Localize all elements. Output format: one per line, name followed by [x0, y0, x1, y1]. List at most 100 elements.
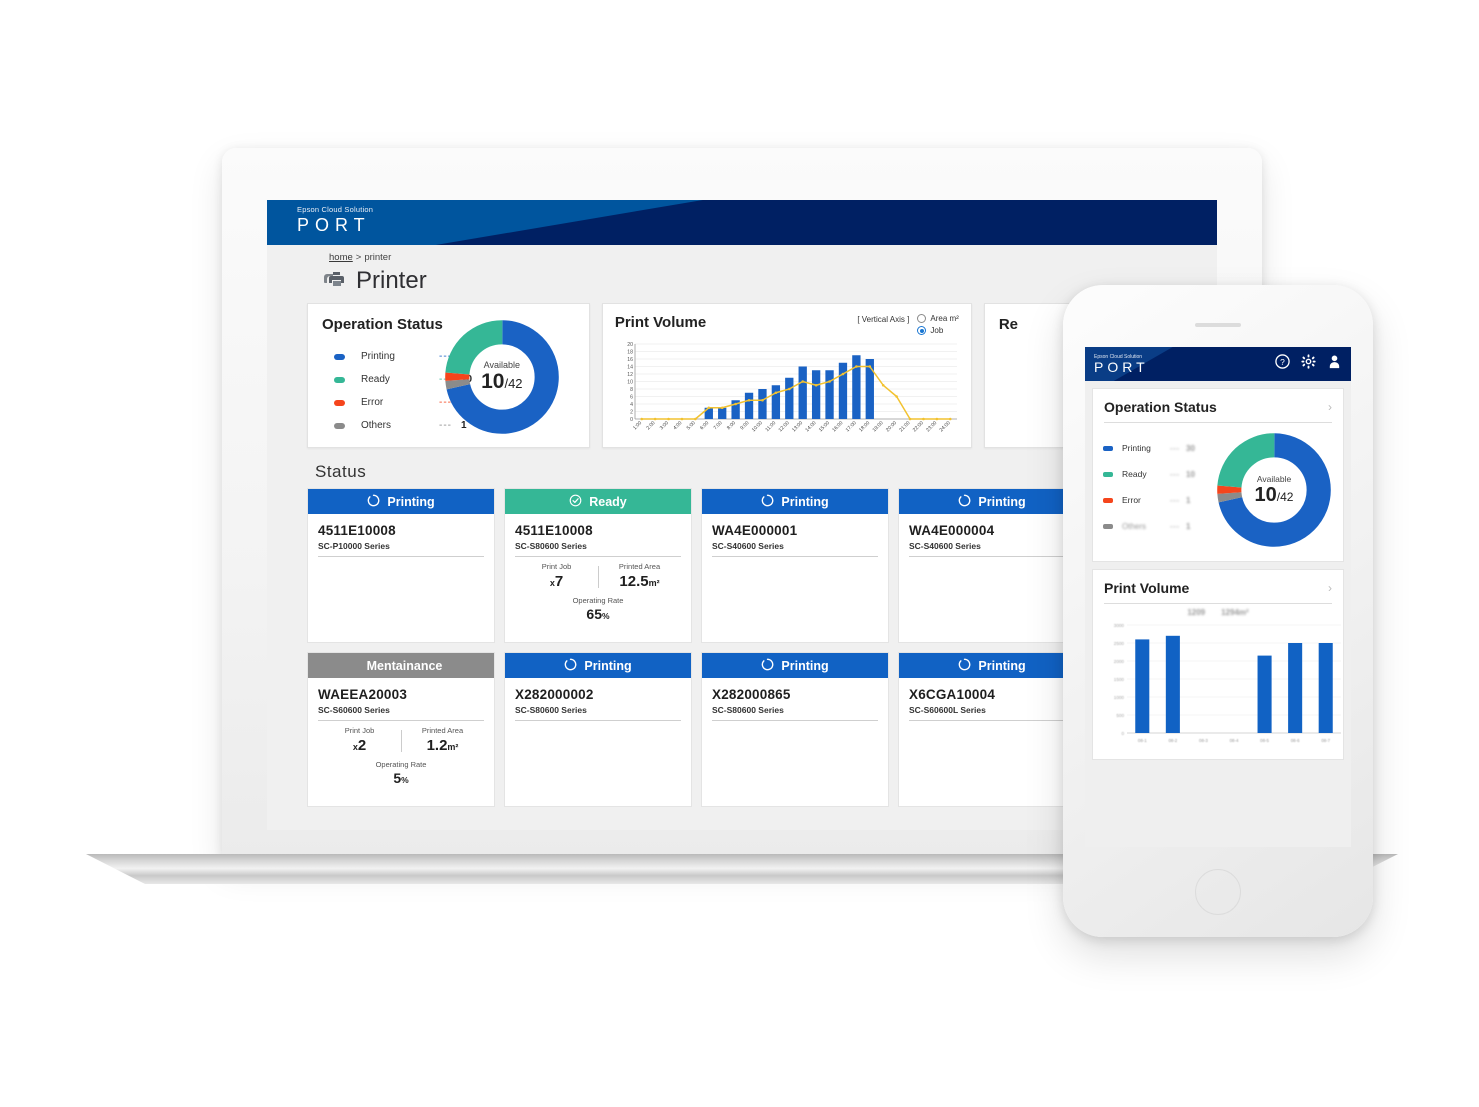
printer-card-body: 4511E10008 SC-P10000 Series	[308, 514, 494, 557]
svg-text:10:00: 10:00	[751, 420, 764, 433]
phone-donut-available-count: 10/42	[1255, 484, 1294, 507]
operating-rate-value: 65%	[586, 606, 610, 622]
phone-legend-item-printing: Printing --- 30	[1103, 435, 1215, 461]
phone-print-volume-card[interactable]: Print Volume › 1209 1294m² 0 500 1000 1500 2…	[1092, 569, 1344, 760]
operation-status-donut[interactable]: Available 10/42	[443, 318, 561, 436]
svg-text:19:00: 19:00	[871, 420, 884, 433]
svg-text:17:00: 17:00	[845, 420, 858, 433]
phone-pv-metric-1: 1209	[1187, 608, 1206, 617]
radio-option-area[interactable]: Area m²	[917, 314, 959, 323]
phone-screen: Epson Cloud Solution PORT ? Operation St…	[1085, 347, 1351, 847]
phone-legend-label-ready: Ready	[1122, 469, 1147, 479]
printer-card[interactable]: Printing 4511E10008 SC-P10000 Series	[307, 488, 495, 643]
svg-text:24:00: 24:00	[938, 420, 951, 433]
printer-card-body: X282000865 SC-S80600 Series	[702, 678, 888, 721]
printer-card-model: SC-S40600 Series	[909, 541, 1075, 557]
svg-text:20: 20	[627, 342, 633, 348]
svg-text:0: 0	[1121, 731, 1124, 736]
help-icon[interactable]: ?	[1275, 354, 1290, 374]
svg-text:2000: 2000	[1114, 659, 1125, 664]
printer-card-model: SC-P10000 Series	[318, 541, 484, 557]
breadcrumb-separator: >	[355, 252, 362, 263]
print-job-label: Print Job	[344, 726, 375, 735]
printer-card[interactable]: Printing X6CGA10004 SC-S60600L Series	[898, 652, 1086, 807]
vertical-axis-options: Area m² Job	[917, 314, 959, 335]
printer-card-operating-rate: Operating Rate 5%	[318, 760, 484, 786]
phone-brand-name: PORT	[1094, 358, 1149, 375]
phone-app-logo[interactable]: Epson Cloud Solution PORT	[1094, 354, 1149, 375]
phone-legend-swatch-others	[1103, 523, 1113, 529]
phone-speaker	[1195, 323, 1241, 327]
printer-card-status-label: Ready	[589, 494, 627, 509]
printer-card[interactable]: Printing WA4E000001 SC-S40600 Series	[701, 488, 889, 643]
svg-text:2500: 2500	[1114, 641, 1125, 646]
svg-text:14:00: 14:00	[804, 420, 817, 433]
svg-text:1:00: 1:00	[632, 420, 643, 431]
svg-text:2:00: 2:00	[645, 420, 656, 431]
legend-label-error: Error	[361, 397, 384, 408]
svg-text:23:00: 23:00	[925, 420, 938, 433]
phone-donut-available-label: Available	[1256, 473, 1292, 484]
svg-text:500: 500	[1116, 713, 1124, 718]
svg-text:1500: 1500	[1114, 677, 1125, 682]
printer-card-id: 4511E10008	[318, 523, 396, 538]
spinner-icon	[958, 494, 971, 510]
printer-card-status-label: Printing	[978, 494, 1026, 509]
svg-text:08-5: 08-5	[1260, 738, 1269, 743]
svg-text:4:00: 4:00	[672, 420, 683, 431]
printer-card-body: X6CGA10004 SC-S60600L Series	[899, 678, 1085, 721]
spinner-icon	[367, 494, 380, 510]
printer-card-model: SC-S60600 Series	[318, 705, 484, 721]
svg-text:4: 4	[630, 402, 633, 408]
legend-label-others: Others	[361, 420, 392, 431]
radio-option-job[interactable]: Job	[917, 326, 958, 335]
printer-card-metrics: Print Job x7 Printed Area 12.5m²	[515, 562, 681, 590]
printer-card-status-header: Printing	[702, 653, 888, 678]
printer-card[interactable]: Printing WA4E000004 SC-S40600 Series	[898, 488, 1086, 643]
spinner-icon	[564, 658, 577, 674]
printer-card-model: SC-S60600L Series	[909, 705, 1075, 721]
user-icon[interactable]	[1327, 354, 1342, 374]
printer-card-operating-rate: Operating Rate 65%	[515, 596, 681, 622]
legend-swatch-others	[334, 422, 345, 429]
operation-status-panel: Operation Status Printing --- 30 Ready -…	[307, 303, 590, 448]
phone-print-volume-header: Print Volume ›	[1093, 570, 1343, 603]
breadcrumb-home[interactable]: home	[329, 252, 353, 263]
phone-operation-status-card[interactable]: Operation Status › Printing --- 30 Ready…	[1092, 388, 1344, 562]
printer-card[interactable]: Ready 4511E10008 SC-S80600 Series Print Job…	[504, 488, 692, 643]
printer-card-status-header: Ready	[505, 489, 691, 514]
printer-card-model: SC-S80600 Series	[515, 541, 681, 557]
app-logo[interactable]: Epson Cloud Solution PORT	[297, 205, 373, 235]
printer-card-id: X282000002	[515, 687, 594, 702]
phone-legend-swatch-ready	[1103, 471, 1113, 477]
printer-card[interactable]: Printing X282000002 SC-S80600 Series	[504, 652, 692, 807]
svg-text:08-3: 08-3	[1199, 738, 1208, 743]
gear-icon[interactable]	[1301, 354, 1316, 374]
metric-print-job: Print Job x2	[318, 726, 401, 754]
printer-card-status-label: Printing	[978, 658, 1026, 673]
chevron-right-icon[interactable]: ›	[1328, 581, 1332, 595]
svg-text:1000: 1000	[1114, 695, 1125, 700]
phone-donut-center-label: Available 10/42	[1215, 431, 1333, 549]
phone-legend-swatch-error	[1103, 497, 1113, 503]
svg-text:20:00: 20:00	[885, 420, 898, 433]
phone-legend-dash-ready: ---	[1170, 469, 1180, 479]
operating-rate-value: 5%	[393, 770, 409, 786]
printer-card-id: WA4E000001	[712, 523, 798, 538]
svg-text:8:00: 8:00	[726, 420, 737, 431]
page-title: Printer	[356, 267, 427, 294]
breadcrumb-current: printer	[364, 252, 392, 263]
printer-card-status-label: Printing	[781, 494, 829, 509]
phone-operation-status-donut[interactable]: Available 10/42	[1215, 431, 1333, 549]
phone-home-button[interactable]	[1195, 869, 1241, 915]
printer-card[interactable]: Mentainance WAEEA20003 SC-S60600 Series Pri…	[307, 652, 495, 807]
printer-card[interactable]: Printing X282000865 SC-S80600 Series	[701, 652, 889, 807]
chevron-right-icon[interactable]: ›	[1328, 400, 1332, 414]
svg-text:?: ?	[1280, 357, 1285, 367]
svg-text:08-4: 08-4	[1230, 738, 1239, 743]
printer-card-status-header: Printing	[899, 489, 1085, 514]
spinner-icon	[761, 658, 774, 674]
phone-header-icons: ?	[1275, 354, 1342, 374]
phone-mockup: Epson Cloud Solution PORT ? Operation St…	[1063, 285, 1373, 937]
breadcrumb: home > printer	[267, 245, 1217, 263]
